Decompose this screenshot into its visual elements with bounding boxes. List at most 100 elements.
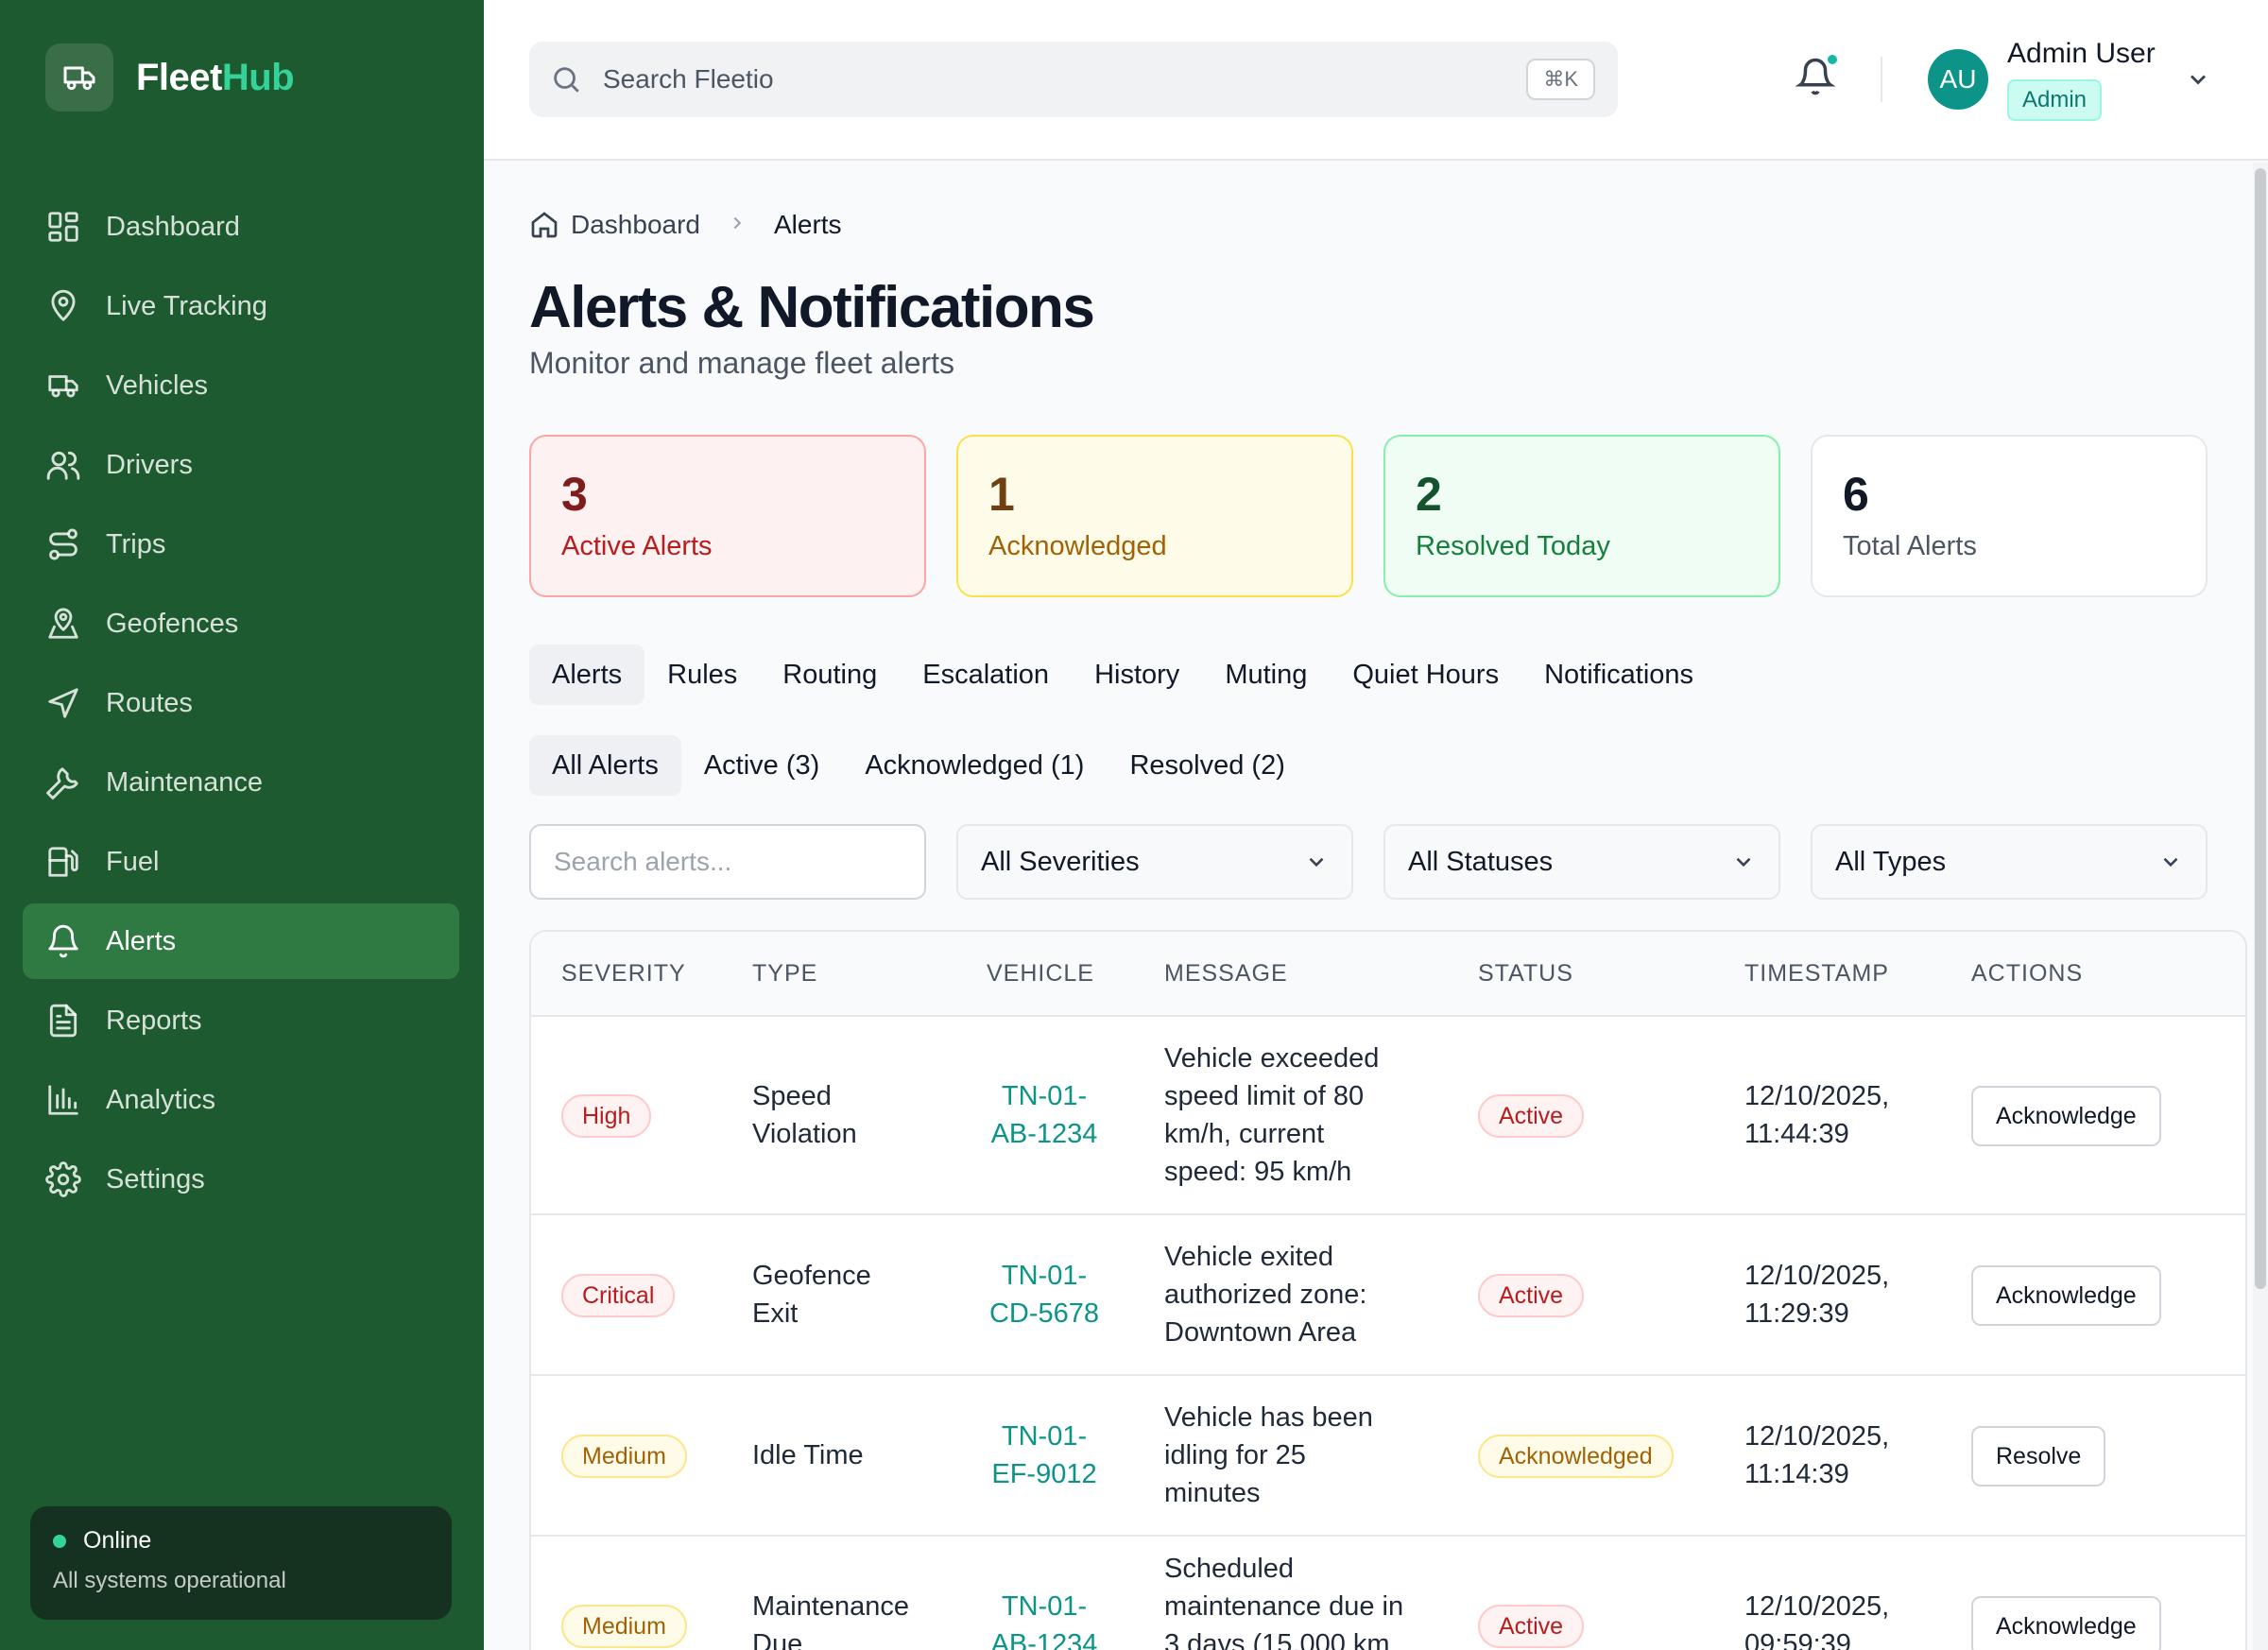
tab-notifications[interactable]: Notifications <box>1521 645 1716 705</box>
stat-label: Acknowledged <box>988 531 1167 561</box>
subtab-active[interactable]: Active (3) <box>681 735 842 796</box>
alerts-table: SEVERITY TYPE VEHICLE MESSAGE STATUS TIM… <box>529 930 2247 1650</box>
select-value: All Types <box>1835 846 1947 877</box>
alert-message: Scheduled maintenance due in 3 days (15,00… <box>1164 1554 1404 1650</box>
stat-label: Active Alerts <box>561 531 713 561</box>
stat-card-resolved-today: 2 Resolved Today <box>1383 435 1780 597</box>
user-name[interactable]: Admin User <box>2007 38 2156 70</box>
file-text-icon <box>45 1003 81 1039</box>
chevron-down-icon <box>2191 75 2206 85</box>
sidebar-item-trips[interactable]: Trips <box>23 507 459 582</box>
sidebar-item-routes[interactable]: Routes <box>23 665 459 741</box>
main-content: Dashboard Alerts Alerts & Notifications … <box>484 163 2268 1650</box>
brand[interactable]: FleetHub <box>45 43 295 112</box>
sidebar-item-label: Vehicles <box>106 370 209 401</box>
sidebar-item-label: Live Tracking <box>106 290 267 321</box>
scrollbar[interactable] <box>2253 163 2268 1650</box>
alert-filter-tabs: All Alerts Active (3) Acknowledged (1) R… <box>529 735 1308 796</box>
sidebar-item-vehicles[interactable]: Vehicles <box>23 348 459 423</box>
search-icon <box>554 67 579 93</box>
sidebar-item-analytics[interactable]: Analytics <box>23 1062 459 1138</box>
acknowledge-button[interactable]: Acknowledge <box>1971 1265 2161 1326</box>
breadcrumb: Dashboard Alerts <box>529 210 842 240</box>
alert-timestamp: 12/10/2025, 11:29:39 <box>1744 1261 1890 1329</box>
alert-timestamp: 12/10/2025, 11:44:39 <box>1744 1081 1890 1149</box>
global-search-input[interactable]: Search Fleetio ⌘K <box>529 42 1618 117</box>
table-row[interactable]: Critical Geofence Exit TN-01- CD-5678 Vehi… <box>531 1215 2245 1376</box>
breadcrumb-home[interactable]: Dashboard <box>571 210 700 240</box>
subtab-all-alerts[interactable]: All Alerts <box>529 735 681 796</box>
vehicle-link[interactable]: TN-01- EF-9012 <box>983 1418 1106 1493</box>
status-subtitle: All systems operational <box>53 1568 286 1593</box>
vehicle-link[interactable]: TN-01- AB-1234 <box>983 1077 1106 1153</box>
status-badge: Active <box>1478 1094 1585 1138</box>
fuel-icon <box>45 844 81 880</box>
acknowledge-button[interactable]: Acknowledge <box>1971 1596 2161 1650</box>
subtab-resolved[interactable]: Resolved (2) <box>1107 735 1307 796</box>
status-badge: Acknowledged <box>1478 1435 1674 1478</box>
search-shortcut-badge: ⌘K <box>1526 59 1595 100</box>
stat-value: 1 <box>988 468 1015 521</box>
vehicle-link[interactable]: TN-01- AB-1234 <box>983 1588 1106 1650</box>
vehicle-link[interactable]: TN-01- CD-5678 <box>983 1257 1106 1332</box>
column-header-type[interactable]: TYPE <box>752 960 817 988</box>
chevron-right-icon <box>727 210 747 240</box>
tab-alerts[interactable]: Alerts <box>529 645 645 705</box>
page-subtitle: Monitor and manage fleet alerts <box>529 346 955 380</box>
alert-type: Speed Violation <box>752 1081 857 1149</box>
system-status-card: Online All systems operational <box>30 1506 452 1620</box>
sidebar-item-drivers[interactable]: Drivers <box>23 427 459 503</box>
user-menu-chevron[interactable] <box>2185 66 2211 93</box>
stat-card-acknowledged: 1 Acknowledged <box>956 435 1353 597</box>
table-row[interactable]: High Speed Violation TN-01- AB-1234 Vehicl… <box>531 1017 2245 1215</box>
sidebar-item-fuel[interactable]: Fuel <box>23 824 459 900</box>
alert-type: Geofence Exit <box>752 1261 871 1329</box>
subtab-acknowledged[interactable]: Acknowledged (1) <box>842 735 1107 796</box>
tab-history[interactable]: History <box>1072 645 1202 705</box>
column-header-timestamp[interactable]: TIMESTAMP <box>1744 960 1889 988</box>
sidebar-item-geofences[interactable]: Geofences <box>23 586 459 662</box>
resolve-button[interactable]: Resolve <box>1971 1426 2106 1487</box>
status-select[interactable]: All Statuses <box>1383 824 1780 900</box>
column-header-vehicle[interactable]: VEHICLE <box>987 960 1094 988</box>
stat-label: Resolved Today <box>1416 531 1610 561</box>
column-header-message[interactable]: MESSAGE <box>1164 960 1288 988</box>
severity-badge: Medium <box>561 1435 687 1478</box>
sidebar-item-maintenance[interactable]: Maintenance <box>23 745 459 820</box>
bell-icon <box>45 923 81 959</box>
select-value: All Severities <box>981 846 1140 877</box>
sidebar-item-dashboard[interactable]: Dashboard <box>23 189 459 265</box>
search-placeholder: Search Fleetio <box>603 64 774 94</box>
severity-badge: High <box>561 1094 652 1138</box>
stat-value: 3 <box>561 468 588 521</box>
sidebar-item-settings[interactable]: Settings <box>23 1142 459 1217</box>
notifications-button[interactable] <box>1795 55 1839 100</box>
app-root: FleetHub Dashboard Live Tracking Vehicle… <box>0 0 2268 1650</box>
scrollbar-thumb[interactable] <box>2255 168 2266 1289</box>
tab-rules[interactable]: Rules <box>644 645 760 705</box>
tab-routing[interactable]: Routing <box>760 645 900 705</box>
table-row[interactable]: Medium Maintenance Due TN-01- AB-1234 Sche… <box>531 1537 2245 1650</box>
type-select[interactable]: All Types <box>1811 824 2208 900</box>
tab-muting[interactable]: Muting <box>1202 645 1330 705</box>
alert-search-input[interactable]: Search alerts... <box>529 824 926 900</box>
acknowledge-button[interactable]: Acknowledge <box>1971 1086 2161 1146</box>
status-badge: Active <box>1478 1274 1585 1317</box>
sidebar-item-label: Trips <box>106 528 166 559</box>
table-row[interactable]: Medium Idle Time TN-01- EF-9012 Vehicle h… <box>531 1376 2245 1537</box>
tab-escalation[interactable]: Escalation <box>900 645 1072 705</box>
severity-select[interactable]: All Severities <box>956 824 1353 900</box>
sidebar-item-reports[interactable]: Reports <box>23 983 459 1058</box>
status-title: Online <box>83 1527 152 1554</box>
column-header-severity[interactable]: SEVERITY <box>561 960 686 988</box>
stat-label: Total Alerts <box>1843 531 1977 561</box>
sidebar-item-alerts[interactable]: Alerts <box>23 903 459 979</box>
stat-card-total-alerts: 6 Total Alerts <box>1811 435 2208 597</box>
top-header: Search Fleetio ⌘K AU Admin User Admin <box>484 0 2268 161</box>
avatar[interactable]: AU <box>1928 49 1988 110</box>
alert-type: Idle Time <box>752 1440 864 1470</box>
sidebar-item-live-tracking[interactable]: Live Tracking <box>23 268 459 344</box>
column-header-status[interactable]: STATUS <box>1478 960 1573 988</box>
tab-quiet-hours[interactable]: Quiet Hours <box>1330 645 1521 705</box>
alert-message: Vehicle has been idling for 25 minutes <box>1164 1402 1373 1508</box>
